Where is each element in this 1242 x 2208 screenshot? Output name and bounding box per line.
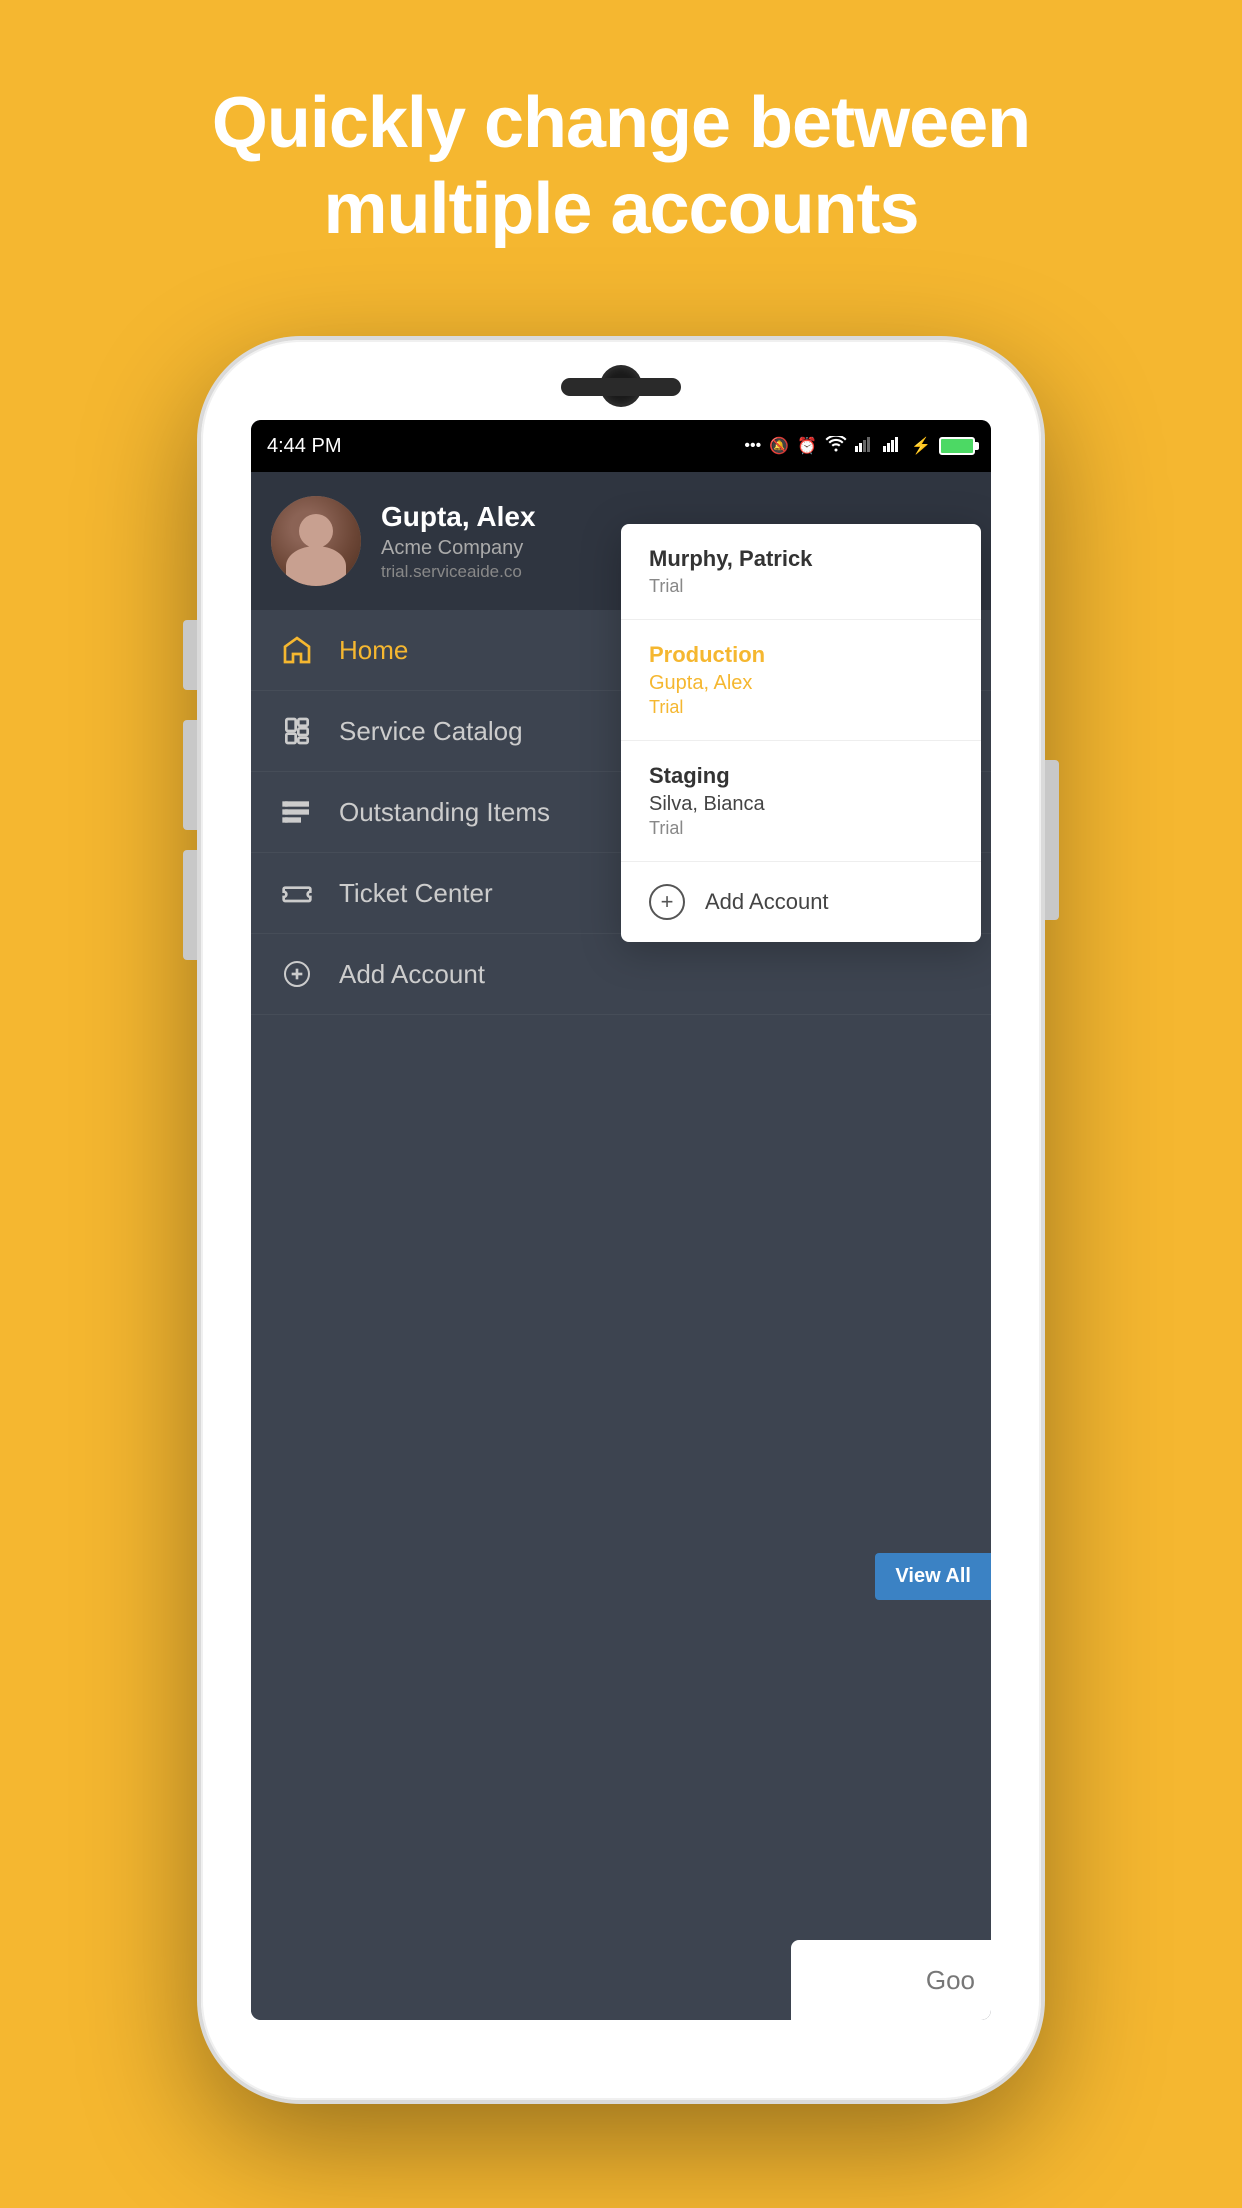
dots-icon: ••• — [744, 437, 761, 455]
app-content: Gupta, Alex Acme Company trial.serviceai… — [251, 472, 991, 2020]
avatar-image — [271, 496, 361, 586]
headline-line2: multiple accounts — [323, 169, 918, 249]
dropdown-add-account[interactable]: Add Account — [621, 862, 981, 942]
google-text: Goo — [926, 1965, 975, 1996]
power-button — [1045, 760, 1059, 920]
wifi-icon — [825, 436, 847, 457]
status-bar: 4:44 PM ••• 🔕 ⏰ — [251, 420, 991, 472]
volume-up-button — [183, 720, 197, 830]
charging-icon: ⚡ — [911, 436, 931, 456]
nav-label-outstanding-items: Outstanding Items — [339, 797, 550, 828]
status-icons: ••• 🔕 ⏰ ⚡ — [744, 436, 975, 457]
account-item-staging[interactable]: Staging Silva, Bianca Trial — [621, 741, 981, 862]
account-dropdown: Murphy, Patrick Trial Production Gupta, … — [621, 524, 981, 942]
volume-down-button — [183, 850, 197, 960]
production-user-name: Gupta, Alex — [649, 672, 953, 695]
battery-icon — [939, 437, 975, 455]
alarm-icon: ⏰ — [797, 436, 817, 456]
list-icon — [279, 794, 315, 830]
add-circle-icon — [649, 884, 685, 920]
dropdown-add-account-label: Add Account — [705, 889, 829, 915]
nav-label-home: Home — [339, 635, 408, 666]
murphy-tier: Trial — [649, 576, 953, 597]
phone-device: 4:44 PM ••• 🔕 ⏰ — [201, 340, 1041, 2100]
production-tier: Trial — [649, 697, 953, 718]
add-account-nav-icon — [279, 956, 315, 992]
page-headline: Quickly change between multiple accounts — [0, 0, 1242, 313]
nav-item-add-account[interactable]: Add Account — [251, 934, 991, 1015]
status-time: 4:44 PM — [267, 435, 341, 458]
murphy-env-name: Murphy, Patrick — [649, 546, 953, 572]
signal2-icon — [883, 436, 903, 457]
nav-label-ticket-center: Ticket Center — [339, 878, 493, 909]
view-all-button[interactable]: View All — [875, 1553, 991, 1600]
staging-env-name: Staging — [649, 763, 953, 789]
earpiece-speaker — [561, 378, 681, 396]
nav-label-add-account: Add Account — [339, 959, 485, 990]
production-env-name: Production — [649, 642, 953, 668]
staging-tier: Trial — [649, 818, 953, 839]
mute-icon: 🔕 — [769, 436, 789, 456]
nav-label-service-catalog: Service Catalog — [339, 716, 523, 747]
signal-icon — [855, 436, 875, 457]
home-icon — [279, 632, 315, 668]
phone-screen: 4:44 PM ••• 🔕 ⏰ — [251, 420, 991, 2020]
account-item-murphy[interactable]: Murphy, Patrick Trial — [621, 524, 981, 620]
avatar — [271, 496, 361, 586]
account-item-production[interactable]: Production Gupta, Alex Trial — [621, 620, 981, 741]
staging-user-name: Silva, Bianca — [649, 793, 953, 816]
volume-mute-button — [183, 620, 197, 690]
headline-line1: Quickly change between — [212, 83, 1030, 163]
catalog-icon — [279, 713, 315, 749]
ticket-icon — [279, 875, 315, 911]
bottom-overlay: Goo — [791, 1940, 991, 2020]
